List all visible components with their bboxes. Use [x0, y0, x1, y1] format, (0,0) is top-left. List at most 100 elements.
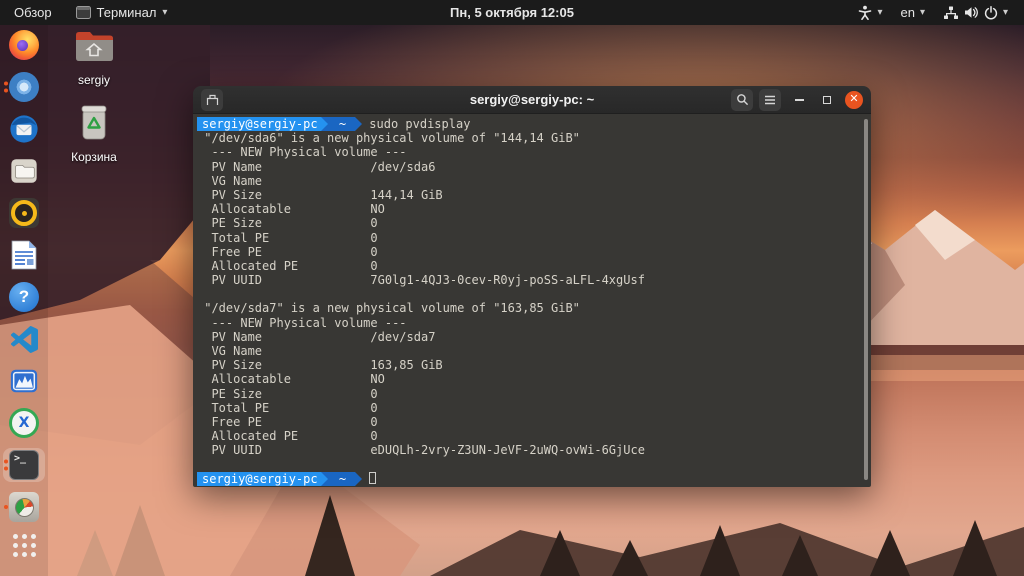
- chromium-icon: [9, 72, 39, 102]
- x-app-icon: X: [9, 408, 39, 438]
- desktop-icon-label: Корзина: [71, 150, 117, 164]
- terminal-line: --- NEW Physical volume ---: [197, 145, 407, 160]
- prompt-cwd: ~: [327, 471, 356, 486]
- command-text: sudo pvdisplay: [369, 117, 471, 131]
- language-label: en: [900, 5, 915, 20]
- prompt-arrow: [320, 117, 328, 131]
- new-tab-button[interactable]: [201, 88, 223, 111]
- dock-item-chromium[interactable]: [3, 70, 45, 104]
- terminal-line: Free PE 0: [197, 414, 378, 429]
- prompt-user-host: sergiy@sergiy-pc: [197, 471, 321, 486]
- system-menu[interactable]: ▾: [937, 0, 1014, 25]
- dock-item-help[interactable]: ?: [3, 280, 45, 314]
- running-dots: [4, 81, 8, 93]
- activities-button[interactable]: Обзор: [0, 0, 66, 25]
- libreoffice-writer-icon: [9, 240, 39, 270]
- help-question-icon: ?: [9, 282, 39, 312]
- dock-item-writer[interactable]: [3, 238, 45, 272]
- files-folder-icon: [9, 156, 39, 186]
- terminal-line: Allocated PE 0: [197, 429, 378, 444]
- close-button[interactable]: ✕: [845, 90, 863, 109]
- terminal-line: Total PE 0: [197, 400, 378, 415]
- maximize-button[interactable]: [817, 90, 837, 110]
- terminal-line: PV UUID 7G0lg1-4QJ3-0cev-R0yj-poSS-aLFL-…: [197, 273, 645, 288]
- focused-app-label: Терминал: [96, 5, 157, 20]
- minimize-icon: [794, 98, 804, 101]
- running-dot: [4, 88, 8, 93]
- terminal-line: PV Size 163,85 GiB: [197, 358, 443, 373]
- system-monitor-icon: [9, 366, 39, 396]
- dock-item-vscode[interactable]: [3, 322, 45, 356]
- close-icon: ✕: [849, 93, 859, 105]
- power-icon: [984, 5, 998, 20]
- dock-item-terminal[interactable]: >_: [3, 448, 45, 482]
- chevron-down-icon: ▾: [877, 7, 883, 18]
- maximize-icon: [823, 95, 831, 104]
- dock-item-firefox[interactable]: [3, 28, 45, 62]
- accessibility-menu[interactable]: ▾: [852, 0, 888, 25]
- chevron-down-icon: ▾: [162, 7, 168, 18]
- menu-button[interactable]: [759, 88, 781, 111]
- terminal-content[interactable]: sergiy@sergiy-pc ~ sudo pvdisplay "/dev/…: [193, 114, 871, 487]
- top-bar-right: ▾ en ▾ ▾: [852, 0, 1024, 25]
- terminal-window-icon: [75, 6, 91, 19]
- disks-gauge-icon: [9, 492, 39, 522]
- terminal-cursor: [369, 472, 377, 485]
- language-menu[interactable]: en ▾: [894, 0, 931, 25]
- terminal-line: PE Size 0: [197, 386, 378, 401]
- running-dot: [4, 466, 8, 471]
- terminal-line: Allocatable NO: [197, 202, 385, 217]
- dock-item-thunderbird[interactable]: [3, 112, 45, 146]
- minimize-button[interactable]: [789, 90, 809, 110]
- terminal-line: PE Size 0: [197, 216, 378, 231]
- search-button[interactable]: [731, 88, 753, 111]
- clock-button[interactable]: Пн, 5 октября 12:05: [450, 5, 574, 20]
- volume-icon: [964, 6, 979, 19]
- trash-icon: [76, 103, 112, 146]
- running-dot: [4, 81, 8, 86]
- chevron-down-icon: ▾: [1002, 7, 1008, 18]
- running-dot: [4, 459, 8, 464]
- prompt-arrow: [320, 471, 328, 486]
- thunderbird-icon: [9, 114, 39, 144]
- dock-item-show-apps[interactable]: [3, 532, 45, 566]
- running-dots: [4, 505, 8, 509]
- terminal-output: sergiy@sergiy-pc ~ sudo pvdisplay "/dev/…: [197, 117, 871, 486]
- dock: ? X >_: [0, 25, 48, 576]
- titlebar-controls: ✕: [725, 88, 863, 111]
- dock-item-system-monitor[interactable]: [3, 364, 45, 398]
- desktop-icon-home[interactable]: sergiy: [56, 30, 132, 87]
- terminal-line: Free PE 0: [197, 244, 378, 259]
- terminal-titlebar[interactable]: sergiy@sergiy-pc: ~ ✕: [193, 86, 871, 114]
- top-bar: Обзор Терминал ▾ Пн, 5 октября 12:05 ▾ e…: [0, 0, 1024, 25]
- dock-item-files[interactable]: [3, 154, 45, 188]
- desktop-icon-trash[interactable]: Корзина: [56, 103, 132, 164]
- home-folder-icon: [73, 30, 115, 69]
- running-dots: [4, 459, 8, 471]
- prompt-cwd: ~: [327, 117, 356, 132]
- dock-item-rhythmbox[interactable]: [3, 196, 45, 230]
- prompt-arrow: [355, 471, 363, 486]
- window-title: sergiy@sergiy-pc: ~: [469, 92, 595, 107]
- terminal-line: PV Size 144,14 GiB: [197, 187, 443, 202]
- dock-item-disks[interactable]: [3, 490, 45, 524]
- terminal-line: VG Name: [197, 173, 263, 188]
- terminal-scrollbar[interactable]: [864, 119, 868, 480]
- firefox-icon: [9, 30, 39, 60]
- focused-app-menu[interactable]: Терминал ▾: [66, 0, 178, 25]
- show-applications-grid-icon: [9, 534, 39, 564]
- terminal-line: PV Name /dev/sda7: [197, 329, 436, 344]
- accessibility-person-icon: [858, 5, 872, 20]
- dock-item-x-app[interactable]: X: [3, 406, 45, 440]
- network-icon: [943, 6, 959, 20]
- desktop-screen: Обзор Терминал ▾ Пн, 5 октября 12:05 ▾ e…: [0, 0, 1024, 576]
- terminal-icon: >_: [9, 450, 39, 480]
- rhythmbox-icon: [9, 198, 39, 228]
- terminal-line: "/dev/sda7" is a new physical volume of …: [197, 301, 580, 316]
- chevron-down-icon: ▾: [919, 7, 925, 18]
- terminal-line: "/dev/sda6" is a new physical volume of …: [197, 131, 580, 146]
- terminal-line: VG Name: [197, 344, 263, 358]
- terminal-line: --- NEW Physical volume ---: [197, 315, 407, 330]
